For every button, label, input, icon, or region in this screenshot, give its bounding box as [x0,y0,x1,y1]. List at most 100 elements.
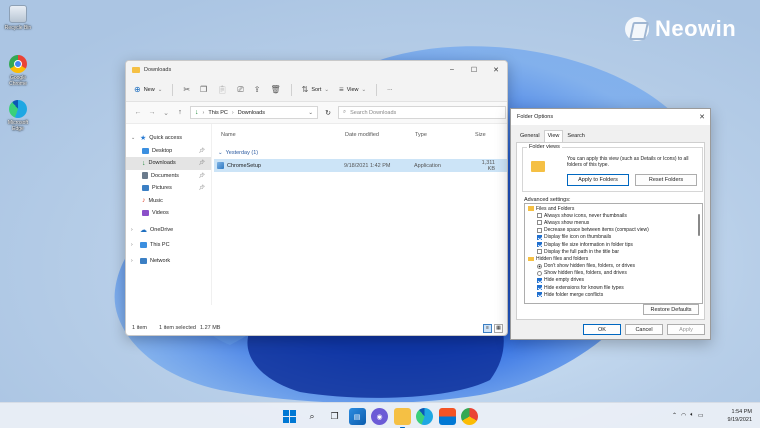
desktop-icon-recycle-bin[interactable]: Recycle Bin [2,5,34,31]
delete-button[interactable]: 🗑︎ [270,85,280,94]
explorer-titlebar[interactable]: Downloads – ☐ ✕ [126,61,507,78]
advanced-setting-checkbox[interactable]: Hide folder merge conflicts [528,291,702,298]
wifi-icon[interactable]: ◠ [681,412,686,419]
tab-search[interactable]: Search [563,130,588,142]
chevron-right-icon[interactable]: › [131,242,137,248]
rename-button[interactable]: ⎚ [237,85,243,95]
more-button[interactable]: ··· [387,87,393,93]
cancel-button[interactable]: Cancel [625,324,663,335]
desktop-icon-edge[interactable]: Microsoft Edge [2,100,34,132]
checkbox[interactable] [537,277,542,283]
sidebar-item-onedrive[interactable]: › ☁ OneDrive [126,224,211,237]
tab-general[interactable]: General [516,130,544,142]
sidebar-item-this-pc[interactable]: › This PC [126,239,211,252]
advanced-setting-group[interactable]: Hidden files and folders [528,255,702,262]
new-button[interactable]: ⊕ New ⌄ [134,85,162,94]
sidebar-item-pictures[interactable]: Pictures 📌︎ [126,182,211,195]
back-arrow-icon[interactable]: ← [134,109,142,116]
advanced-setting-checkbox[interactable]: Always show icons, never thumbnails [528,212,702,219]
checkbox[interactable] [537,242,542,248]
advanced-setting-checkbox[interactable]: Display file size information in folder … [528,241,702,248]
minimize-button[interactable]: – [441,61,463,78]
advanced-setting-checkbox[interactable]: Always show menus [528,219,702,226]
start-icon[interactable] [281,408,298,425]
sidebar-item-quick-access[interactable]: ⌄ ★ Quick access [126,132,211,145]
sidebar-item-music[interactable]: ♪ Music [126,195,211,208]
up-arrow-icon[interactable]: ↑ [176,109,184,116]
file-explorer-icon[interactable] [393,408,411,428]
share-button[interactable]: ⇪ [254,85,261,94]
paste-button[interactable]: 📋︎ [217,85,227,94]
details-view-icon[interactable]: ≡ [483,324,492,333]
maximize-button[interactable]: ☐ [463,61,485,78]
task-view-icon[interactable]: ❐ [326,408,343,425]
chat-icon[interactable]: ◉ [371,408,388,425]
checkbox[interactable] [537,249,542,255]
advanced-setting-checkbox[interactable]: Display file icon on thumbnails [528,234,702,241]
tiles-view-icon[interactable]: ▦ [494,324,503,333]
search-input[interactable]: ⌕ Search Downloads [338,106,506,119]
cut-button[interactable]: ✂ [183,85,190,94]
sort-button[interactable]: ⇅ Sort ⌄ [302,85,329,94]
reset-folders-button[interactable]: Reset Folders [635,174,697,186]
column-date-modified[interactable]: Date modified [345,132,415,138]
address-bar[interactable]: ↓ › This PC › Downloads ⌄ [190,106,318,119]
restore-defaults-button[interactable]: Restore Defaults [643,304,699,315]
scrollbar-thumb[interactable] [698,214,700,236]
advanced-setting-checkbox[interactable]: Hide extensions for known file types [528,284,702,291]
chevron-right-icon[interactable]: › [131,258,137,264]
chrome-icon[interactable] [461,408,478,425]
checkbox[interactable] [537,220,542,226]
close-button[interactable]: ✕ [694,113,710,121]
checkbox[interactable] [537,227,542,233]
advanced-setting-checkbox[interactable]: Decrease space between items (compact vi… [528,227,702,234]
store-icon[interactable] [438,408,456,425]
chevron-up-icon[interactable]: ⌃ [672,412,677,419]
tab-view[interactable]: View [543,130,564,142]
view-button[interactable]: ≡ View ⌄ [339,85,366,94]
refresh-icon[interactable]: ↻ [324,109,332,117]
scrollbar[interactable] [698,206,701,303]
advanced-setting-group[interactable]: Files and Folders [528,205,702,212]
close-button[interactable]: ✕ [485,61,507,78]
advanced-setting-checkbox[interactable]: Hide empty drives [528,277,702,284]
clock[interactable]: 1:54 PM 9/19/2021 [718,408,758,424]
apply-to-folders-button[interactable]: Apply to Folders [567,174,629,186]
chevron-down-icon[interactable]: ⌄ [308,110,313,116]
advanced-setting-radio[interactable]: Don't show hidden files, folders, or dri… [528,263,702,270]
chevron-right-icon[interactable]: › [131,227,137,233]
breadcrumb-this-pc[interactable]: This PC [208,110,228,116]
radio-button[interactable] [537,270,542,276]
chevron-down-icon[interactable]: ⌄ [131,135,137,141]
widgets-icon[interactable]: ▤ [348,408,366,425]
desktop-icon-chrome[interactable]: Google Chrome [2,55,34,87]
forward-arrow-icon[interactable]: → [148,109,156,116]
radio-button[interactable] [537,263,542,269]
column-name[interactable]: Name [221,132,345,138]
edge-icon[interactable] [416,408,433,425]
sidebar-item-documents[interactable]: Documents 📌︎ [126,170,211,183]
battery-icon[interactable]: ▭ [698,412,704,419]
dialog-titlebar[interactable]: Folder Options ✕ [511,109,710,125]
group-header[interactable]: ⌄ Yesterday (1) [212,146,507,159]
breadcrumb-downloads[interactable]: Downloads [238,110,265,116]
advanced-setting-radio[interactable]: Show hidden files, folders, and drives [528,270,702,277]
advanced-settings-list[interactable]: Files and Folders Always show icons, neve… [524,203,703,304]
sidebar-item-videos[interactable]: Videos [126,207,211,220]
table-row[interactable]: ChromeSetup 9/18/2021 1:42 PM Applicatio… [214,159,507,172]
sidebar-item-network[interactable]: › Network [126,255,211,268]
search-icon[interactable]: ⌕ [304,408,321,425]
checkbox[interactable] [537,292,542,298]
sidebar-item-downloads[interactable]: ↓ Downloads 📌︎ [126,157,211,170]
recent-chevron-icon[interactable]: ⌄ [162,109,170,117]
ok-button[interactable]: OK [583,324,621,335]
checkbox[interactable] [537,213,542,219]
sidebar-item-desktop[interactable]: Desktop 📌︎ [126,145,211,158]
column-type[interactable]: Type [415,132,475,138]
checkbox[interactable] [537,234,542,240]
volume-icon[interactable]: 🔈︎ [690,412,694,419]
column-size[interactable]: Size [475,132,505,138]
advanced-setting-checkbox[interactable]: Display the full path in the title bar [528,248,702,255]
checkbox[interactable] [537,285,542,291]
apply-button[interactable]: Apply [667,324,705,335]
